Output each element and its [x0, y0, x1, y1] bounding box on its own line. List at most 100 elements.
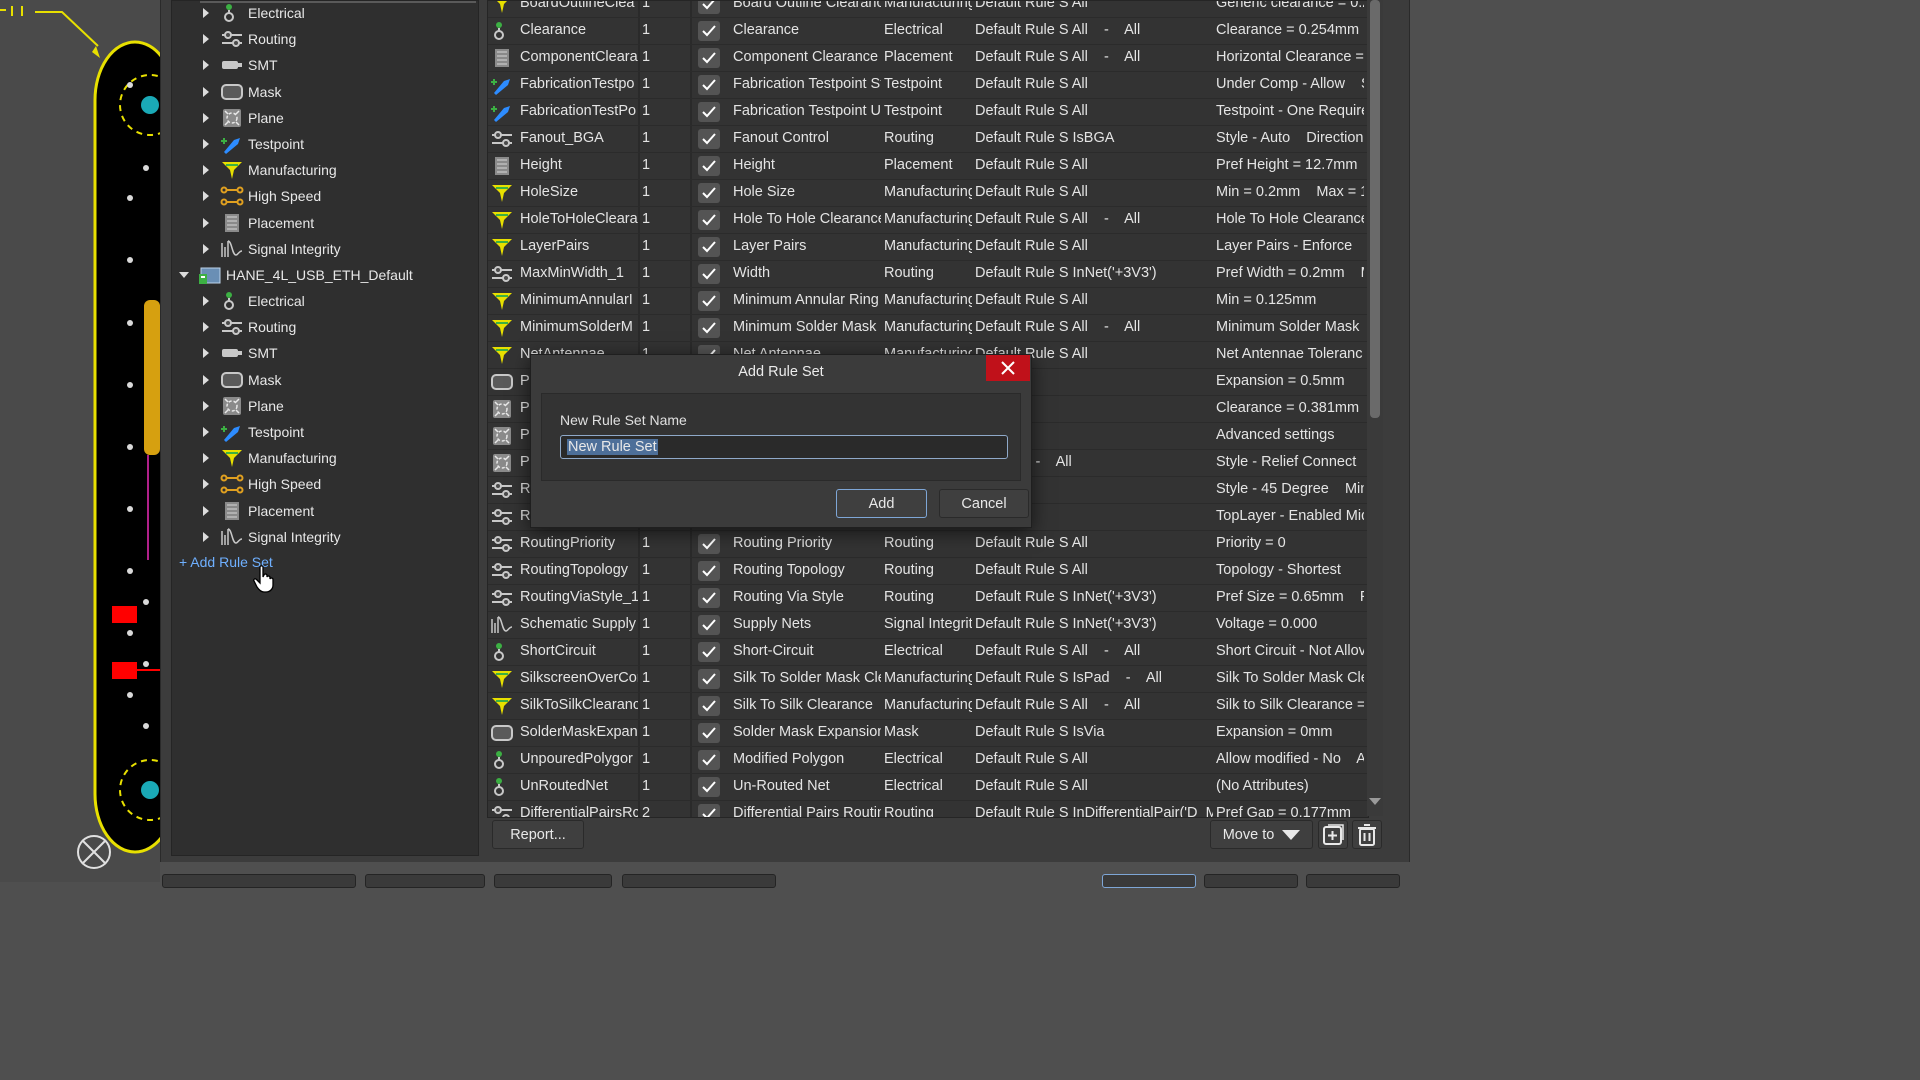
rule-enabled-checkbox[interactable] — [694, 584, 724, 611]
rule-row[interactable]: UnRoutedNet 1 Un-Routed Net Electrical Defau… — [488, 773, 1368, 801]
tree-item[interactable]: HANE_4L_USB_ETH_Default — [178, 262, 413, 288]
rule-row[interactable]: SilkscreenOverCor 1 Silk To Solder Mask Cl… — [488, 665, 1368, 693]
expand-arrow-right-icon[interactable] — [200, 400, 212, 412]
tree-item[interactable]: High Speed — [200, 183, 321, 209]
expand-arrow-right-icon[interactable] — [200, 138, 212, 150]
rule-enabled-checkbox[interactable] — [694, 557, 724, 584]
tree-item[interactable]: Electrical — [200, 288, 305, 314]
rule-row[interactable]: FabricationTestPo 1 Fabrication Testpoint … — [488, 98, 1368, 126]
tree-item[interactable]: Placement — [200, 210, 314, 236]
expand-arrow-right-icon[interactable] — [200, 7, 212, 19]
tree-item[interactable]: Plane — [200, 105, 284, 131]
rule-enabled-checkbox[interactable] — [694, 260, 724, 287]
expand-arrow-right-icon[interactable] — [200, 452, 212, 464]
rule-row[interactable]: FabricationTestpo 1 Fabrication Testpoint … — [488, 71, 1368, 99]
rule-row[interactable]: ShortCircuit 1 Short-Circuit Electrical Defa… — [488, 638, 1368, 666]
report-button[interactable]: Report... — [492, 820, 584, 849]
dialog-button[interactable] — [365, 874, 485, 888]
expand-arrow-right-icon[interactable] — [200, 217, 212, 229]
add-button[interactable]: Add — [836, 489, 927, 518]
rule-enabled-checkbox[interactable] — [694, 44, 724, 71]
rule-row[interactable]: BoardOutlineClea 1 Board Outline Clearance… — [488, 1, 1368, 18]
expand-arrow-right-icon[interactable] — [200, 112, 212, 124]
tree-item[interactable]: Mask — [200, 367, 281, 393]
tree-item[interactable]: Routing — [200, 26, 296, 52]
expand-arrow-right-icon[interactable] — [200, 374, 212, 386]
expand-arrow-right-icon[interactable] — [200, 164, 212, 176]
tree-item[interactable]: Routing — [200, 314, 296, 340]
rule-row[interactable]: HoleSize 1 Hole Size Manufacturing Default R… — [488, 179, 1368, 207]
tree-item[interactable]: Electrical — [200, 0, 305, 26]
rule-enabled-checkbox[interactable] — [694, 530, 724, 557]
tree-item[interactable]: Testpoint — [200, 131, 304, 157]
tree-item[interactable]: SMT — [200, 52, 278, 78]
grid-scrollbar-thumb[interactable] — [1370, 0, 1380, 418]
tree-item[interactable]: Signal Integrity — [200, 236, 341, 262]
close-button[interactable] — [986, 355, 1030, 381]
expand-arrow-right-icon[interactable] — [200, 426, 212, 438]
expand-arrow-right-icon[interactable] — [200, 295, 212, 307]
dialog-button[interactable] — [1204, 874, 1298, 888]
ok-button[interactable] — [1102, 874, 1196, 888]
tree-item[interactable]: Testpoint — [200, 419, 304, 445]
expand-arrow-right-icon[interactable] — [200, 478, 212, 490]
tree-item[interactable]: Placement — [200, 498, 314, 524]
rule-row[interactable]: Schematic Supply 1 Supply Nets Signal Integ… — [488, 611, 1368, 639]
rule-row[interactable]: SolderMaskExpans 1 Solder Mask Expansion Ma… — [488, 719, 1368, 747]
dialog-button[interactable] — [1306, 874, 1400, 888]
tree-item[interactable]: Plane — [200, 393, 284, 419]
rule-row[interactable]: SilkToSilkClearanc 1 Silk To Silk Clearanc… — [488, 692, 1368, 720]
rule-enabled-checkbox[interactable] — [694, 638, 724, 665]
tree-item[interactable]: High Speed — [200, 471, 321, 497]
rule-enabled-checkbox[interactable] — [694, 71, 724, 98]
tree-item[interactable]: SMT — [200, 340, 278, 366]
scroll-down-arrow-icon[interactable] — [1369, 798, 1381, 805]
rule-row[interactable]: MinimumSolderM 1 Minimum Solder Mask S Manu… — [488, 314, 1368, 342]
expand-arrow-down-icon[interactable] — [178, 269, 190, 281]
tree-item[interactable]: Manufacturing — [200, 157, 337, 183]
rule-row[interactable]: HoleToHoleCleara 1 Hole To Hole Clearance M… — [488, 206, 1368, 234]
dialog-button[interactable] — [494, 874, 612, 888]
rule-enabled-checkbox[interactable] — [694, 233, 724, 260]
rule-row[interactable]: RoutingTopology 1 Routing Topology Routing D… — [488, 557, 1368, 585]
rule-row[interactable]: RoutingPriority 1 Routing Priority Routing D… — [488, 530, 1368, 558]
rule-row[interactable]: LayerPairs 1 Layer Pairs Manufacturing Defau… — [488, 233, 1368, 261]
expand-arrow-right-icon[interactable] — [200, 33, 212, 45]
move-to-button[interactable]: Move to — [1210, 820, 1313, 849]
expand-arrow-right-icon[interactable] — [200, 86, 212, 98]
dialog-button[interactable] — [162, 874, 356, 888]
cancel-button[interactable]: Cancel — [939, 489, 1029, 518]
rule-enabled-checkbox[interactable] — [694, 719, 724, 746]
rule-row[interactable]: ComponentCleara 1 Component Clearance Place… — [488, 44, 1368, 72]
rule-enabled-checkbox[interactable] — [694, 611, 724, 638]
expand-arrow-right-icon[interactable] — [200, 59, 212, 71]
rule-enabled-checkbox[interactable] — [694, 800, 724, 817]
expand-arrow-right-icon[interactable] — [200, 531, 212, 543]
expand-arrow-right-icon[interactable] — [200, 505, 212, 517]
rule-row[interactable]: RoutingViaStyle_1 1 Routing Via Style Routi… — [488, 584, 1368, 612]
rule-enabled-checkbox[interactable] — [694, 206, 724, 233]
rule-enabled-checkbox[interactable] — [694, 665, 724, 692]
dialog-button[interactable] — [622, 874, 776, 888]
rule-row[interactable]: Clearance 1 Clearance Electrical Default Rul… — [488, 17, 1368, 45]
expand-arrow-right-icon[interactable] — [200, 190, 212, 202]
rule-enabled-checkbox[interactable] — [694, 152, 724, 179]
expand-arrow-right-icon[interactable] — [200, 243, 212, 255]
rule-enabled-checkbox[interactable] — [694, 179, 724, 206]
rule-enabled-checkbox[interactable] — [694, 125, 724, 152]
rule-row[interactable]: DifferentialPairsRc 2 Differential Pairs R… — [488, 800, 1368, 817]
expand-arrow-right-icon[interactable] — [200, 347, 212, 359]
expand-arrow-right-icon[interactable] — [200, 321, 212, 333]
rule-enabled-checkbox[interactable] — [694, 314, 724, 341]
tree-item[interactable]: Manufacturing — [200, 445, 337, 471]
rule-enabled-checkbox[interactable] — [694, 17, 724, 44]
rule-enabled-checkbox[interactable] — [694, 746, 724, 773]
rule-row[interactable]: MaxMinWidth_1 1 Width Routing Default Rule S… — [488, 260, 1368, 288]
rule-enabled-checkbox[interactable] — [694, 287, 724, 314]
rule-enabled-checkbox[interactable] — [694, 98, 724, 125]
tree-item[interactable]: Mask — [200, 79, 281, 105]
delete-rule-button[interactable] — [1352, 820, 1382, 849]
rule-enabled-checkbox[interactable] — [694, 692, 724, 719]
rule-row[interactable]: Height 1 Height Placement Default Rule S All… — [488, 152, 1368, 180]
tree-item[interactable]: Signal Integrity — [200, 524, 341, 550]
